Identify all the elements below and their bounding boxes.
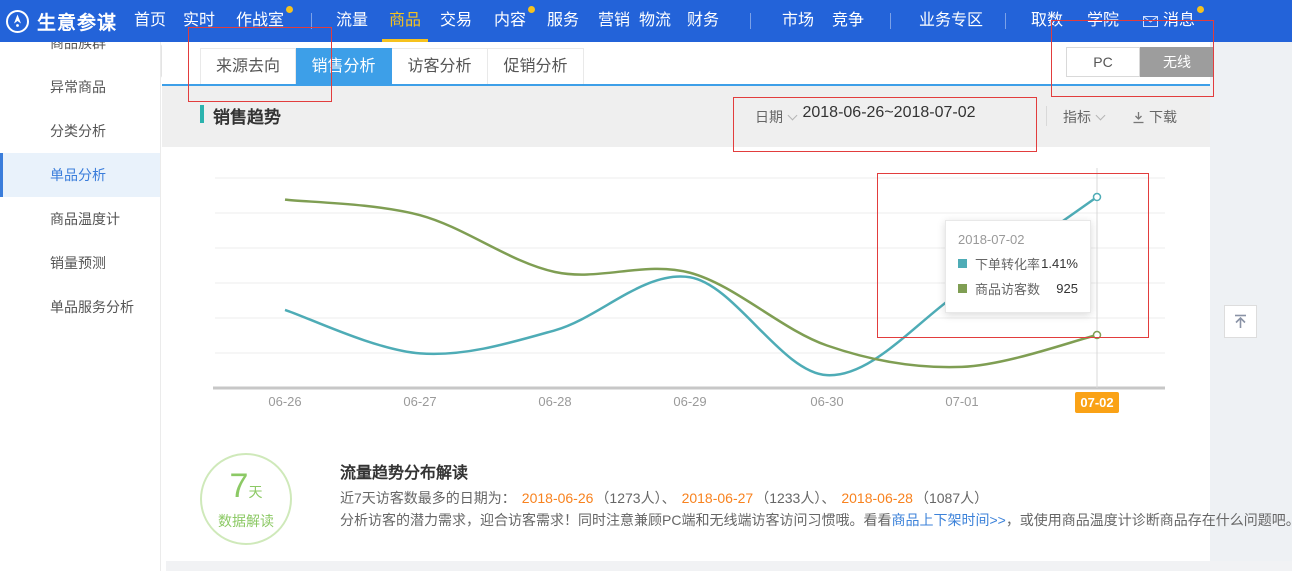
sidebar-menu: 商品族群 异常商品 分类分析 单品分析 商品温度计 销量预测 单品服务分析 <box>0 42 161 571</box>
top-navbar: 生意参谋 首页 实时 作战室 流量 商品 交易 内容 服务 营销 物流 财务 市… <box>0 0 1292 42</box>
tab-sales-analysis[interactable]: 销售分析 <box>296 48 392 84</box>
x-axis-label: 07-01 <box>934 394 990 409</box>
tab-source-destination[interactable]: 来源去向 <box>200 48 296 84</box>
shelf-time-link[interactable]: 商品上下架时间>> <box>891 512 1005 528</box>
nav-item-goods[interactable]: 商品 <box>389 0 421 42</box>
nav-item-service[interactable]: 服务 <box>547 0 579 42</box>
envelope-icon <box>1143 16 1158 27</box>
back-to-top-button[interactable] <box>1224 305 1257 338</box>
nav-item-home[interactable]: 首页 <box>134 0 166 42</box>
nav-item-realtime[interactable]: 实时 <box>183 0 215 42</box>
arrow-up-to-line-icon <box>1232 313 1249 330</box>
badge-caption: 数据解读 <box>202 511 290 531</box>
title-marker <box>200 105 204 123</box>
series-color-swatch <box>958 284 967 293</box>
chart-tooltip: 2018-07-02 下单转化率 1.41% 商品访客数 925 <box>945 220 1091 313</box>
top-date: 2018-06-28 <box>841 490 913 506</box>
analysis-tabs: 来源去向 销售分析 访客分析 促销分析 <box>200 48 584 84</box>
sidebar-item-category-analysis[interactable]: 分类分析 <box>0 109 161 153</box>
nav-item-messages[interactable]: 消息 <box>1143 0 1195 42</box>
top-date: 2018-06-27 <box>682 490 754 506</box>
notification-dot <box>528 6 535 13</box>
date-filter-dropdown[interactable]: 日期 <box>755 107 796 127</box>
sub-tabbar: 来源去向 销售分析 访客分析 促销分析 PC 无线 <box>162 42 1210 86</box>
compass-logo-icon <box>5 9 30 34</box>
toggle-wireless-button[interactable]: 无线 <box>1140 47 1214 77</box>
nav-item-marketing[interactable]: 营销 <box>598 0 630 42</box>
tab-promotion-analysis[interactable]: 促销分析 <box>488 48 584 84</box>
tooltip-date: 2018-07-02 <box>958 232 1078 247</box>
nav-divider <box>311 13 312 29</box>
download-button[interactable]: 下载 <box>1132 107 1177 127</box>
series-color-swatch <box>958 259 967 268</box>
x-axis-label: 06-27 <box>392 394 448 409</box>
x-axis-label: 06-26 <box>257 394 313 409</box>
x-axis-label: 06-29 <box>662 394 718 409</box>
sidebar-item-sales-forecast[interactable]: 销量预测 <box>0 241 161 285</box>
badge-unit: 天 <box>248 484 262 500</box>
nav-item-competition[interactable]: 竞争 <box>832 0 864 42</box>
panel-header-band <box>162 86 1210 147</box>
notification-dot <box>286 6 293 13</box>
brand-name: 生意参谋 <box>37 8 117 35</box>
nav-item-business-zone[interactable]: 业务专区 <box>919 0 983 42</box>
chevron-down-icon <box>1096 111 1106 121</box>
nav-divider <box>1005 13 1006 29</box>
device-toggle: PC 无线 <box>1066 47 1214 77</box>
tooltip-row: 商品访客数 925 <box>958 279 1078 298</box>
nav-item-logistics[interactable]: 物流 <box>639 0 671 42</box>
tooltip-series-label: 商品访客数 <box>975 279 1040 298</box>
insight-advice-line: 分析访客的潜力需求，迎合访客需求！同时注意兼顾PC端和无线端访客访问习惯哦。看看… <box>340 510 1292 530</box>
x-axis-label-highlighted: 07-02 <box>1075 392 1119 413</box>
insight-top-dates-line: 近7天访客数最多的日期为：2018-06-26（1273人）、2018-06-2… <box>340 488 988 508</box>
sidebar-item-abnormal-goods[interactable]: 异常商品 <box>0 65 161 109</box>
tooltip-series-value: 925 <box>1056 281 1078 296</box>
below-fold-strip <box>166 561 1292 571</box>
chevron-down-icon <box>788 111 798 121</box>
download-icon <box>1132 111 1145 124</box>
sidebar-item-single-item-analysis[interactable]: 单品分析 <box>0 153 161 197</box>
panel-title: 销售趋势 <box>213 103 281 128</box>
notification-dot <box>1197 6 1204 13</box>
indicator-dropdown[interactable]: 指标 <box>1063 107 1104 127</box>
sidebar-item-single-item-service[interactable]: 单品服务分析 <box>0 285 161 329</box>
nav-divider <box>750 13 751 29</box>
tooltip-series-label: 下单转化率 <box>975 254 1040 273</box>
badge-number: 7 <box>230 467 249 505</box>
app-logo[interactable]: 生意参谋 <box>5 0 117 42</box>
filter-divider <box>1046 106 1047 126</box>
sycm-app: 生意参谋 首页 实时 作战室 流量 商品 交易 内容 服务 营销 物流 财务 市… <box>0 0 1292 571</box>
nav-item-content[interactable]: 内容 <box>494 0 526 42</box>
nav-item-traffic[interactable]: 流量 <box>336 0 368 42</box>
x-axis-label: 06-30 <box>799 394 855 409</box>
x-axis-label: 06-28 <box>527 394 583 409</box>
insight-days-badge: 7天 数据解读 <box>200 453 292 545</box>
nav-divider <box>890 13 891 29</box>
sidebar-item-goods-group[interactable]: 商品族群 <box>0 42 161 65</box>
nav-item-trade[interactable]: 交易 <box>440 0 472 42</box>
nav-item-academy[interactable]: 学院 <box>1087 0 1119 42</box>
nav-item-finance[interactable]: 财务 <box>687 0 719 42</box>
insight-title: 流量趋势分布解读 <box>340 459 468 483</box>
top-date: 2018-06-26 <box>522 490 594 506</box>
sidebar-item-goods-thermometer[interactable]: 商品温度计 <box>0 197 161 241</box>
tooltip-series-value: 1.41% <box>1041 256 1078 271</box>
toggle-pc-button[interactable]: PC <box>1066 47 1140 77</box>
tab-visitor-analysis[interactable]: 访客分析 <box>392 48 488 84</box>
date-range-value[interactable]: 2018-06-26~2018-07-02 <box>800 104 978 122</box>
nav-item-data-fetch[interactable]: 取数 <box>1031 0 1063 42</box>
nav-item-war-room[interactable]: 作战室 <box>236 0 284 42</box>
tooltip-row: 下单转化率 1.41% <box>958 254 1078 273</box>
nav-item-market[interactable]: 市场 <box>782 0 814 42</box>
